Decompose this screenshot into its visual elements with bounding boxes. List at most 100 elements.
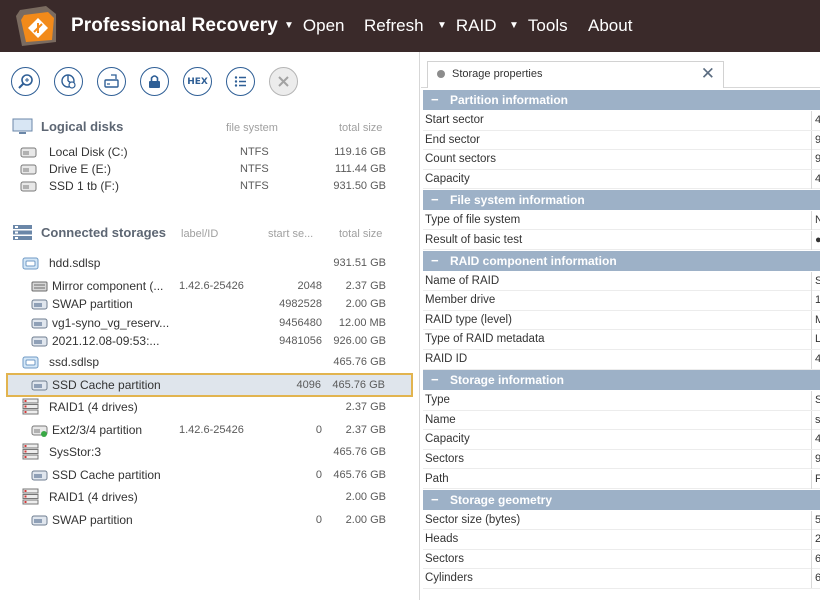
storage-row-selected[interactable]: SSD Cache partition 4096 465.76 GB (6, 373, 413, 397)
property-key: Name (425, 413, 456, 426)
list-button[interactable] (226, 67, 255, 96)
property-row[interactable]: Type of file system N (423, 210, 820, 231)
tab-close-icon[interactable]: ✕ (701, 64, 715, 84)
property-row[interactable]: Type of RAID metadata L (423, 330, 820, 350)
logical-disk-row[interactable]: SSD 1 tb (F:) NTFS 931.50 GB (0, 177, 420, 197)
column-divider (811, 169, 812, 189)
property-row[interactable]: Sector size (bytes) 5 (423, 510, 820, 531)
property-row[interactable]: Capacity 4 (423, 430, 820, 450)
column-divider (811, 530, 812, 550)
property-row[interactable]: Path F (423, 469, 820, 489)
collapse-icon[interactable]: − (431, 492, 439, 507)
lock-button[interactable] (140, 67, 169, 96)
storage-row[interactable]: SWAP partition 4982528 2.00 GB (0, 294, 420, 314)
storage-row[interactable]: Mirror component (... 1.42.6-25426 2048 2.3… (0, 276, 420, 296)
column-label-id: label/ID (181, 228, 219, 240)
storage-row[interactable]: RAID1 (4 drives) 2.00 GB (0, 487, 420, 507)
property-value: ● (815, 233, 820, 246)
collapse-icon[interactable]: − (431, 372, 439, 387)
dropdown-arrow-icon: ▼ (509, 19, 519, 31)
property-key: Sectors (425, 452, 464, 465)
storage-row[interactable]: Ext2/3/4 partition 1.42.6-25426 0 2.37 GB (0, 420, 420, 440)
storage-row[interactable]: SSD Cache partition 0 465.76 GB (0, 465, 420, 485)
storage-start-sector: 0 (315, 469, 322, 481)
close-button[interactable] (269, 67, 298, 96)
property-row[interactable]: Capacity 4 (423, 169, 820, 190)
property-row[interactable]: End sector 9 (423, 130, 820, 151)
storage-label-id: 1.42.6-25426 (179, 424, 244, 436)
property-row[interactable]: Name s (423, 410, 820, 431)
column-file-system: file system (226, 122, 278, 134)
tab-label: Storage properties (452, 68, 543, 80)
disk-file-system: NTFS (240, 146, 269, 158)
property-row[interactable]: Name of RAID S (423, 271, 820, 292)
property-row[interactable]: Member drive 1 (423, 291, 820, 311)
property-key: Path (425, 472, 449, 485)
property-group-header[interactable]: − Storage geometry (423, 489, 820, 510)
scan-button[interactable] (54, 67, 83, 96)
tab-storage-properties[interactable]: Storage properties ✕ (427, 61, 724, 88)
storage-row[interactable]: hdd.sdlsp 931.51 GB (0, 253, 420, 273)
disk-name: Local Disk (C:) (49, 145, 128, 159)
property-row[interactable]: Sectors 6 (423, 549, 820, 570)
property-row[interactable]: RAID ID 4 (423, 350, 820, 370)
menu-raid[interactable]: ▼ RAID (437, 0, 497, 52)
column-total-size: total size (339, 122, 383, 134)
partition-icon (31, 299, 48, 310)
property-group-header[interactable]: − RAID component information (423, 250, 820, 271)
storage-total-size: 2.00 GB (345, 514, 386, 526)
storage-row[interactable]: RAID1 (4 drives) 2.37 GB (0, 397, 420, 417)
app-logo-icon (16, 6, 56, 46)
raid-icon (22, 443, 39, 460)
app-title: Professional Recovery (71, 15, 278, 36)
collapse-icon[interactable]: − (431, 253, 439, 268)
storage-panel: HEX Logical disks file system total size… (0, 52, 420, 600)
menu-open[interactable]: ▼ Open (284, 0, 345, 52)
storage-start-sector: 4096 (296, 379, 321, 391)
property-row[interactable]: RAID type (level) M (423, 310, 820, 331)
property-row[interactable]: Type S (423, 391, 820, 411)
property-row[interactable]: Result of basic test ● (423, 230, 820, 250)
storage-name: ssd.sdlsp (49, 355, 100, 369)
property-group-header[interactable]: − Storage information (423, 370, 820, 391)
property-value: 5 (815, 513, 820, 526)
storage-name: Ext2/3/4 partition (52, 423, 143, 437)
property-value: s (815, 413, 820, 426)
menu-refresh[interactable]: Refresh (364, 0, 424, 52)
column-divider (811, 230, 812, 250)
storage-total-size: 2.00 GB (345, 298, 386, 310)
property-key: RAID ID (425, 353, 468, 365)
hex-viewer-button[interactable]: HEX (183, 67, 212, 96)
storage-total-size: 2.37 GB (345, 424, 386, 436)
collapse-icon[interactable]: − (431, 192, 439, 207)
property-group-header[interactable]: − File system information (423, 189, 820, 210)
property-group-header[interactable]: − Partition information (423, 90, 820, 110)
storage-row[interactable]: vg1-syno_vg_reserv... 9456480 12.00 MB (0, 313, 420, 333)
property-row[interactable]: Sectors 9 (423, 449, 820, 470)
storage-total-size: 12.00 MB (338, 317, 386, 329)
property-row[interactable]: Heads 2 (423, 530, 820, 550)
create-image-button[interactable] (97, 67, 126, 96)
storage-row[interactable]: SysStor:3 465.76 GB (0, 442, 420, 462)
image-file-icon (22, 257, 39, 270)
column-start-sector: start se... (268, 228, 314, 240)
property-row[interactable]: Cylinders 6 (423, 569, 820, 589)
storage-row[interactable]: 2021.12.08-09:53:... 9481056 926.00 GB (0, 331, 420, 351)
column-divider (811, 569, 812, 589)
storage-total-size: 465.76 GB (333, 446, 386, 458)
storage-row[interactable]: SWAP partition 0 2.00 GB (0, 510, 420, 530)
property-row[interactable]: Start sector 4 (423, 111, 820, 131)
property-row[interactable]: Count sectors 9 (423, 150, 820, 170)
menu-tools[interactable]: ▼ Tools (509, 0, 568, 52)
property-key: Capacity (425, 433, 470, 446)
menu-about[interactable]: About (588, 0, 632, 52)
storage-total-size: 2.37 GB (345, 280, 386, 292)
column-divider (811, 510, 812, 530)
search-button[interactable] (11, 67, 40, 96)
storage-name: 2021.12.08-09:53:... (52, 334, 160, 348)
storage-row[interactable]: ssd.sdlsp 465.76 GB (0, 352, 420, 372)
menu-open-label: Open (302, 16, 345, 35)
property-value: N (815, 213, 820, 226)
close-icon (278, 76, 289, 87)
collapse-icon[interactable]: − (431, 92, 439, 107)
